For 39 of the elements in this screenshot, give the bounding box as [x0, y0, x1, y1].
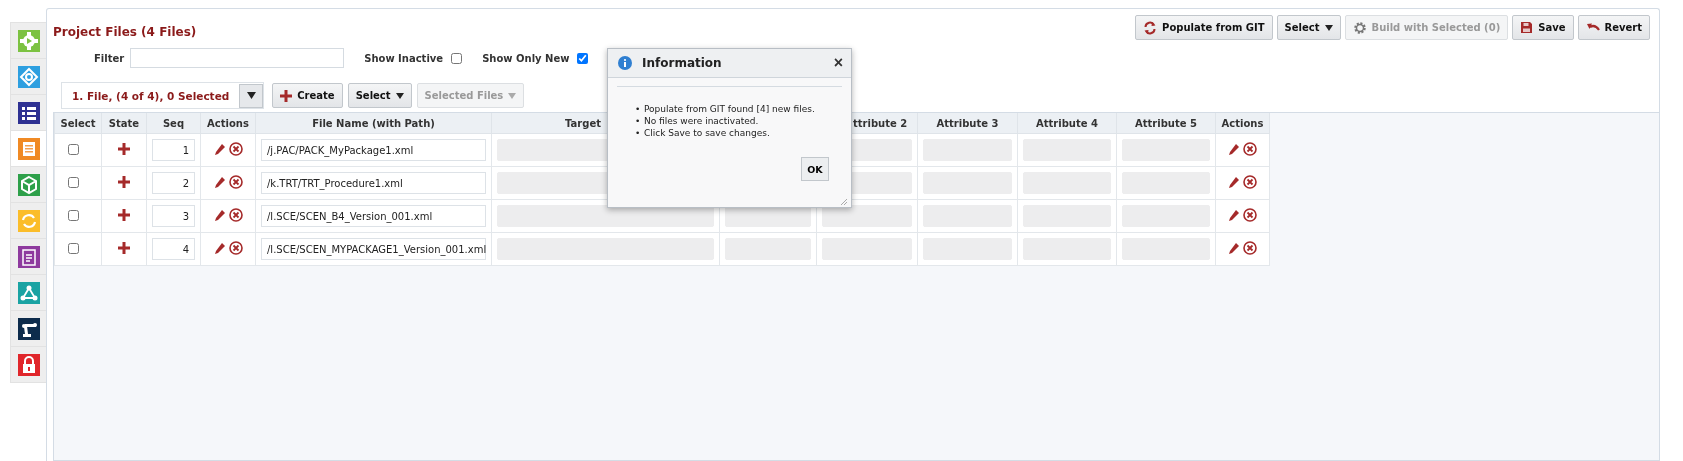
- filter-label: Filter: [94, 52, 125, 64]
- file-name-field[interactable]: /l.SCE/SCEN_MYPACKAGE1_Version_001.xml: [261, 238, 486, 260]
- file-name-field[interactable]: /k.TRT/TRT_Procedure1.xml: [261, 172, 486, 194]
- toolbar-button[interactable]: Select: [1276, 15, 1341, 40]
- checkbox-label: Show Inactive: [364, 52, 444, 64]
- toolbar-button[interactable]: Revert: [1577, 15, 1650, 40]
- bullet: •: [635, 127, 642, 139]
- column-header: Attribute 5: [1135, 117, 1197, 129]
- column-header: Seq: [162, 117, 185, 129]
- file-name-field[interactable]: /j.PAC/PACK_MyPackage1.xml: [261, 139, 486, 161]
- action-button[interactable]: Create: [272, 83, 343, 108]
- seq-field[interactable]: 2: [152, 172, 195, 194]
- bullet: •: [635, 103, 642, 115]
- dialog-title: Information: [642, 56, 723, 70]
- column-header: ttribute 2: [853, 117, 908, 129]
- seq-field[interactable]: 4: [152, 238, 195, 260]
- column-header: Attribute 4: [1036, 117, 1098, 129]
- action-button[interactable]: Select: [347, 83, 412, 108]
- toolbar-button[interactable]: Save: [1512, 15, 1574, 40]
- column-header: Actions: [1221, 117, 1264, 129]
- column-header: File Name (with Path): [312, 117, 435, 129]
- dialog-message: Click Save to save changes.: [644, 127, 770, 139]
- column-header: Target: [565, 117, 601, 129]
- column-header: State: [108, 117, 140, 129]
- dialog-message: No files were inactivated.: [644, 115, 759, 127]
- column-header: Actions: [207, 117, 249, 129]
- file-name-field[interactable]: /l.SCE/SCEN_B4_Version_001.xml: [261, 205, 486, 227]
- dialog-message: Populate from GIT found [4] new files.: [644, 103, 815, 115]
- close-button[interactable]: ×: [833, 54, 843, 72]
- bullet: •: [635, 115, 642, 127]
- column-header: Attribute 3: [936, 117, 999, 129]
- ok-button[interactable]: OK: [801, 157, 829, 181]
- record-selector[interactable]: 1. File, (4 of 4), 0 Selected: [61, 82, 265, 109]
- page-title: Project Files (4 Files): [53, 25, 197, 39]
- seq-field[interactable]: 1: [152, 139, 195, 161]
- seq-field[interactable]: 3: [152, 205, 195, 227]
- toolbar-button[interactable]: Populate from GIT: [1135, 15, 1273, 40]
- checkbox-label: Show Only New: [482, 52, 570, 64]
- column-header: Select: [60, 117, 96, 129]
